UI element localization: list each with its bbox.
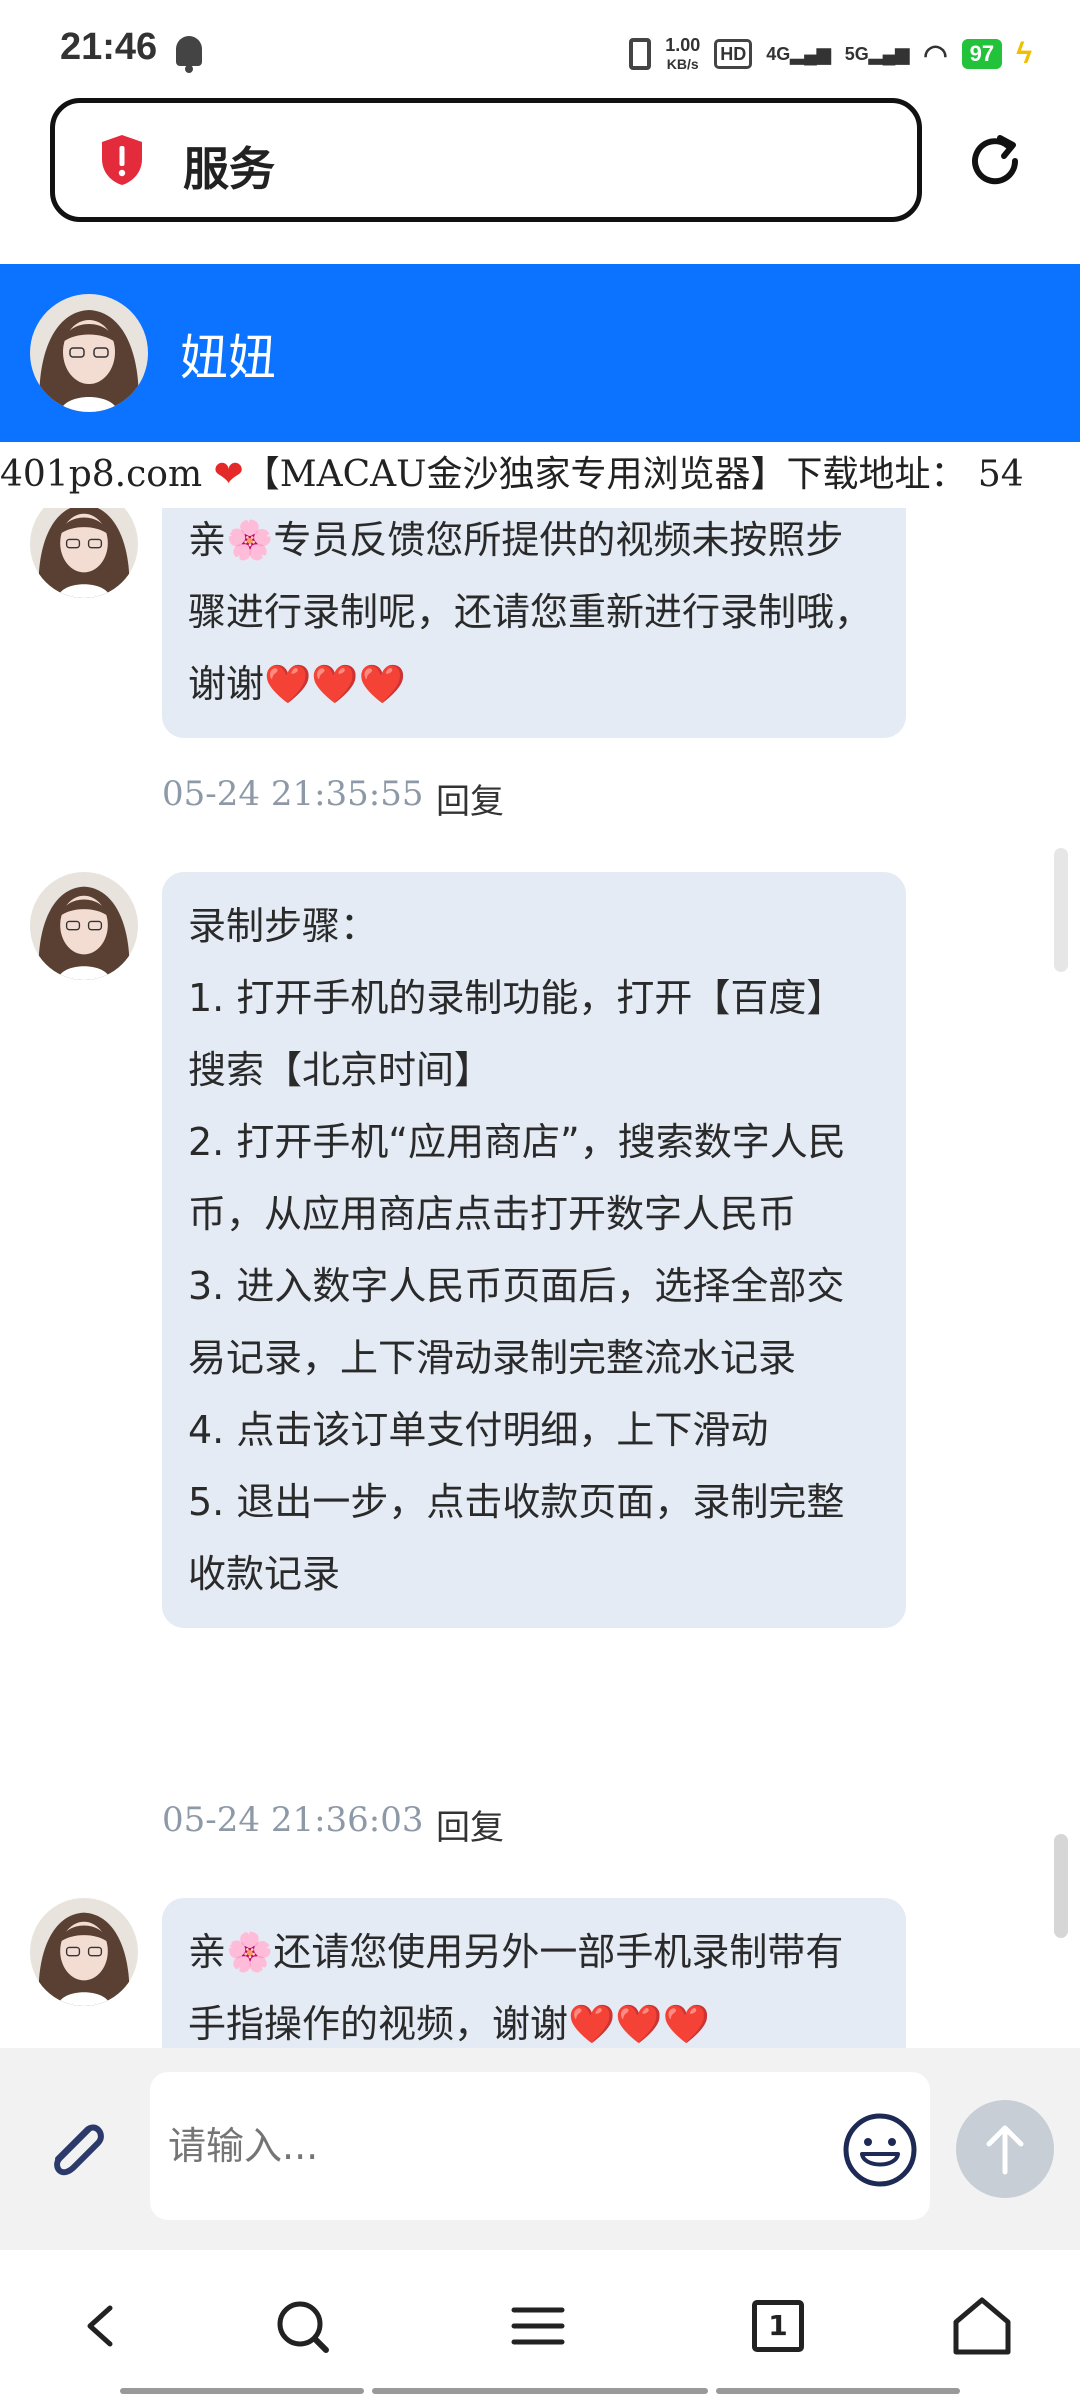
search-icon[interactable] — [262, 2286, 342, 2366]
arrow-up-icon — [986, 2125, 1024, 2175]
address-bar[interactable]: 服务 — [50, 98, 922, 222]
signal-5g-icon: 5G▂▄▆ — [844, 43, 910, 64]
avatar-image — [30, 508, 138, 598]
signal-4g-label: 4G — [766, 43, 791, 64]
tabs-button[interactable]: 1 — [738, 2286, 818, 2366]
message-input[interactable] — [150, 2072, 930, 2220]
vibrate-icon — [629, 38, 652, 70]
message-timestamp: 05-24 21:36:03 — [162, 1800, 424, 1840]
wifi-icon: ◠ — [923, 38, 948, 70]
charging-icon: ϟ — [1016, 37, 1032, 70]
status-bar: 21:46 1.00 KB/s HD 4G▂▄▆ 5G▂▄▆ ◠ 97 ϟ — [0, 0, 1080, 100]
contact-name: 妞妞 — [180, 330, 277, 386]
heart-icon: ❤ — [213, 454, 244, 495]
gesture-indicator — [120, 2388, 364, 2394]
reply-button[interactable]: 回复 — [436, 1800, 504, 1849]
network-speed: 1.00 KB/s — [665, 36, 700, 73]
message-avatar[interactable] — [30, 872, 138, 980]
message-avatar[interactable] — [30, 1898, 138, 2006]
notification-bell-icon — [176, 36, 202, 73]
message-bubble[interactable]: 亲🌸专员反馈您所提供的视频未按照步骤进行录制呢，还请您重新进行录制哦，谢谢❤️❤… — [162, 508, 906, 738]
status-icons: 1.00 KB/s HD 4G▂▄▆ 5G▂▄▆ ◠ 97 ϟ — [629, 32, 1032, 76]
menu-icon[interactable] — [498, 2286, 578, 2366]
browser-nav-bar: 1 — [0, 2250, 1080, 2400]
gesture-indicator — [372, 2388, 708, 2394]
paperclip-icon[interactable] — [34, 2106, 118, 2190]
security-warning-icon — [102, 135, 142, 185]
message-bubble[interactable]: 亲🌸还请您使用另外一部手机录制带有手指操作的视频，谢谢❤️❤️❤️ — [162, 1898, 906, 2048]
hd-icon: HD — [714, 39, 753, 69]
avatar-image — [30, 1898, 138, 2006]
address-title: 服务 — [183, 142, 275, 196]
signal-4g-icon: 4G▂▄▆ — [766, 43, 831, 64]
composer-bar — [0, 2048, 1080, 2250]
reply-button[interactable]: 回复 — [436, 774, 504, 823]
chat-header: 妞妞 — [0, 264, 1080, 442]
contact-avatar[interactable] — [30, 294, 148, 412]
announcement-text-after: 【MACAU金沙独家专用浏览器】下载地址： 54 — [243, 454, 1024, 495]
send-button[interactable] — [956, 2100, 1054, 2198]
status-time: 21:46 — [60, 26, 158, 68]
announcement-marquee[interactable]: 401p8.com ❤【MACAU金沙独家专用浏览器】下载地址： 54 — [0, 442, 1080, 509]
gesture-indicator — [716, 2388, 960, 2394]
reload-icon[interactable] — [960, 126, 1030, 196]
message-bubble[interactable]: 录制步骤： 1. 打开手机的录制功能，打开【百度】搜索【北京时间】 2. 打开手… — [162, 872, 906, 1628]
back-icon[interactable] — [62, 2286, 142, 2366]
message-avatar[interactable] — [30, 508, 138, 598]
message-timestamp: 05-24 21:35:55 — [162, 774, 424, 814]
scrollbar-thumb[interactable] — [1054, 1834, 1068, 1938]
network-speed-value: 1.00 — [665, 34, 701, 55]
scrollbar-track[interactable] — [1054, 848, 1068, 972]
avatar-image — [30, 294, 148, 412]
network-speed-unit: KB/s — [666, 55, 699, 72]
home-icon[interactable] — [942, 2286, 1022, 2366]
avatar-image — [30, 872, 138, 980]
message-list[interactable]: 亲🌸专员反馈您所提供的视频未按照步骤进行录制呢，还请您重新进行录制哦，谢谢❤️❤… — [0, 508, 1080, 2048]
tab-count: 1 — [752, 2300, 804, 2352]
emoji-icon[interactable] — [840, 2110, 920, 2190]
signal-5g-label: 5G — [844, 43, 869, 64]
announcement-text-before: 401p8.com — [0, 454, 214, 495]
battery-icon: 97 — [961, 39, 1003, 69]
